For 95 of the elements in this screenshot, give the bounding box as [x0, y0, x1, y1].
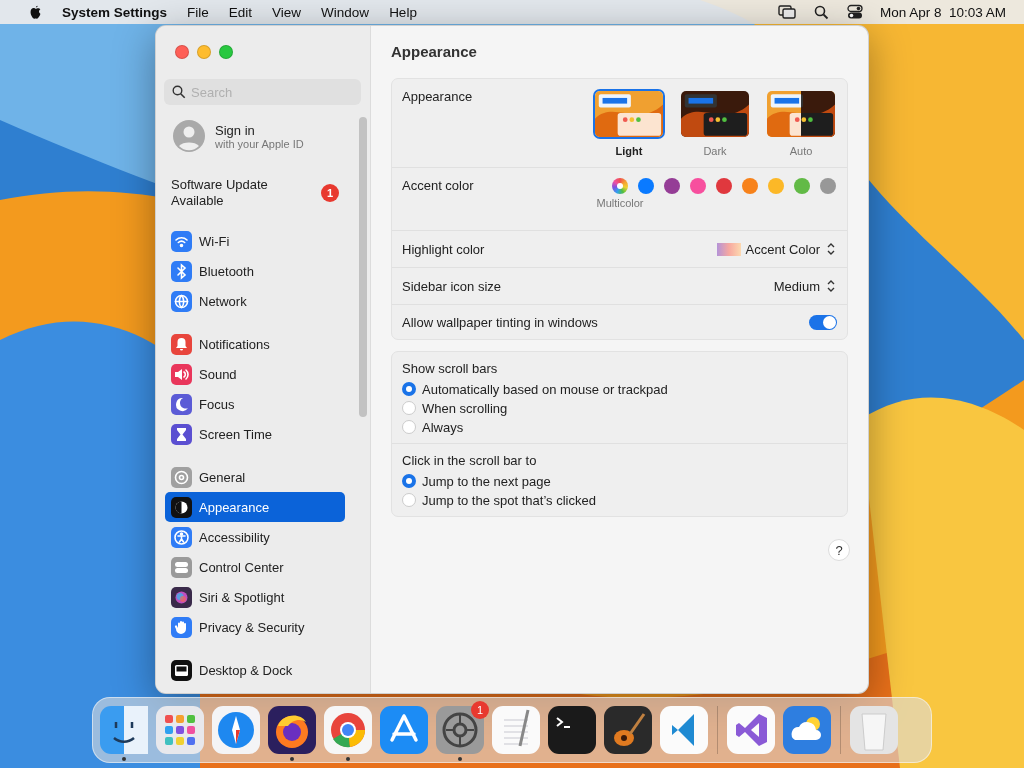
scrollbar-thumb[interactable] [359, 117, 367, 417]
controlcenter-icon [171, 556, 192, 578]
sidebar-item[interactable]: Control Center [165, 552, 345, 582]
size-popup[interactable]: Medium [773, 278, 837, 294]
sidebar-item[interactable]: Network [165, 286, 345, 316]
menu-item[interactable]: File [177, 4, 219, 20]
screentime-icon [171, 423, 192, 445]
update-link[interactable]: Software Update Available [171, 177, 291, 209]
account-item[interactable]: Sign in with your Apple ID [165, 115, 359, 157]
setting-label: Sidebar icon size [402, 278, 501, 294]
theme-label: Auto [789, 145, 813, 157]
accent-swatch[interactable] [638, 178, 654, 194]
notification-badge: 1 [321, 184, 339, 202]
toggle-switch[interactable] [809, 314, 837, 330]
close-button[interactable] [175, 45, 189, 59]
sidebar-item[interactable]: Appearance [165, 492, 345, 522]
grid-icon[interactable] [156, 706, 204, 754]
sidebar-item[interactable]: Siri & Spotlight [165, 582, 345, 612]
setting-label: Allow wallpaper tinting in windows [402, 314, 598, 330]
accent-swatch[interactable] [768, 178, 784, 194]
fox-globe-icon[interactable] [268, 706, 316, 754]
accent-swatch[interactable] [612, 178, 628, 194]
terminal-icon[interactable] [548, 706, 596, 754]
accessibility-icon [171, 526, 192, 548]
notifications-icon [171, 333, 192, 355]
sidebar-item[interactable]: Wi-Fi [165, 226, 345, 256]
accent-swatch[interactable] [742, 178, 758, 194]
group-title: Click in the scroll bar to [402, 453, 538, 468]
notepad-icon[interactable] [492, 706, 540, 754]
radio-option[interactable]: Jump to the spot that’s clicked [402, 492, 837, 508]
focus-icon [171, 393, 192, 415]
code-editor-icon[interactable] [660, 706, 708, 754]
highlight-popup[interactable]: Accent Color [716, 241, 837, 257]
appearance-icon [171, 496, 192, 518]
desktop-icon [171, 659, 192, 681]
sidebar-item[interactable]: General [165, 462, 345, 492]
setting-label: Accent color [402, 178, 474, 193]
sidebar-item[interactable]: Accessibility [165, 522, 345, 552]
account-subtitle: with your Apple ID [215, 137, 304, 150]
accent-swatch[interactable] [690, 178, 706, 194]
accent-swatch[interactable] [820, 178, 836, 194]
ide-icon[interactable] [727, 706, 775, 754]
menu-item[interactable]: View [262, 4, 312, 20]
accent-swatch[interactable] [664, 178, 680, 194]
guitar-icon[interactable] [604, 706, 652, 754]
search-icon [172, 85, 186, 99]
theme-thumbnail[interactable] [765, 89, 837, 139]
sound-icon [171, 363, 192, 385]
sidebar-item[interactable]: Bluetooth [165, 256, 345, 286]
gear-icon[interactable] [436, 706, 484, 754]
theme-thumbnail[interactable] [593, 89, 665, 139]
setting-label: Highlight color [402, 241, 485, 257]
clock[interactable]: Mon Apr 8 10:03 AM [879, 4, 1006, 20]
radio-option[interactable]: Always [402, 419, 837, 435]
menu-item[interactable]: Window [311, 4, 380, 20]
control-center-icon[interactable] [845, 4, 864, 20]
theme-label: Dark [703, 145, 727, 157]
theme-thumbnail[interactable] [679, 89, 751, 139]
compass-icon[interactable] [212, 706, 260, 754]
sidebar-item[interactable]: Focus [165, 389, 345, 419]
accent-swatch[interactable] [716, 178, 732, 194]
app-menu[interactable]: System Settings [52, 4, 178, 20]
face-icon[interactable] [100, 706, 148, 754]
accent-swatch[interactable] [794, 178, 810, 194]
screen-mirroring-icon[interactable] [777, 4, 796, 20]
help-button[interactable]: ? [828, 539, 850, 561]
group-title: Show scroll bars [402, 361, 499, 376]
radio-option[interactable]: Jump to the next page [402, 473, 837, 489]
theme-label: Light [615, 145, 643, 157]
avatar-icon [173, 120, 205, 152]
weather-icon[interactable] [783, 706, 831, 754]
chevron-icon [825, 241, 837, 257]
page-title: Appearance [391, 43, 478, 62]
radio-option[interactable]: Automatically based on mouse or trackpad [402, 381, 837, 397]
bluetooth-icon [171, 260, 192, 282]
swatch-label: Multicolor [596, 197, 644, 209]
network-icon [171, 290, 192, 312]
sidebar-item[interactable]: Privacy & Security [165, 612, 345, 642]
siri-icon [171, 586, 192, 608]
sidebar-item[interactable]: Screen Time [165, 419, 345, 449]
setting-label: Appearance [402, 89, 473, 104]
sidebar-item[interactable]: Notifications [165, 329, 345, 359]
zoom-button[interactable] [219, 45, 233, 59]
general-icon [171, 466, 192, 488]
chevron-icon [825, 278, 837, 294]
menu-item[interactable]: Help [379, 4, 427, 20]
browser-icon[interactable] [324, 706, 372, 754]
sidebar-item[interactable]: Desktop & Dock [165, 655, 345, 685]
app-store-icon[interactable] [380, 706, 428, 754]
account-title: Sign in [215, 122, 256, 138]
menu-item[interactable]: Edit [218, 4, 263, 20]
privacy-icon [171, 616, 192, 638]
wifi-icon [171, 230, 192, 252]
sidebar-item[interactable]: Sound [165, 359, 345, 389]
radio-option[interactable]: When scrolling [402, 400, 837, 416]
